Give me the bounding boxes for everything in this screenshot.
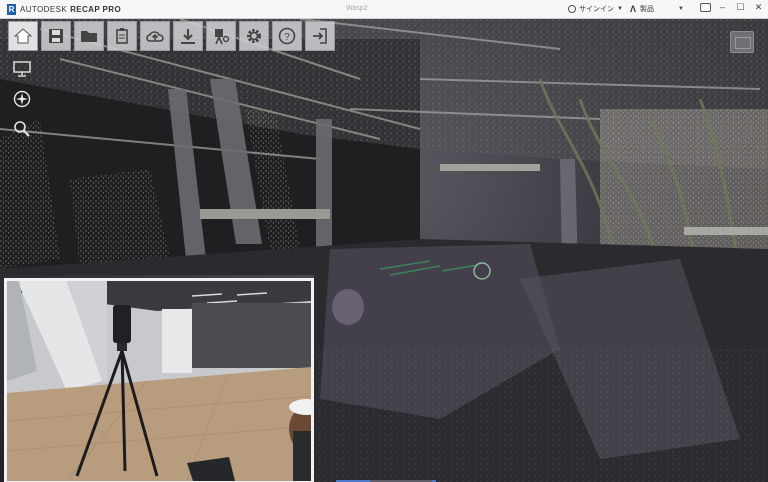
folder-icon (81, 31, 97, 42)
download-icon (181, 29, 195, 44)
signin-button[interactable]: サインイン ▼ (568, 4, 623, 14)
clipboard-icon (116, 28, 128, 44)
scanner-photo (7, 281, 311, 481)
help-button[interactable]: ? (272, 21, 302, 51)
autodesk-icon: Λ (630, 4, 637, 14)
help-icon: ? (278, 27, 296, 45)
brand-name: AUTODESK RECAP PRO (20, 4, 122, 14)
upload-button[interactable] (140, 21, 170, 51)
document-title: Wasp2 (346, 5, 368, 12)
product-menu[interactable]: Λ 製品 ▼ (630, 4, 684, 14)
window-controls: – ☐ ✕ (717, 2, 764, 13)
exit-icon (313, 28, 327, 44)
maximize-icon[interactable]: ☐ (735, 2, 746, 13)
logo-mark: R (7, 3, 16, 15)
main-toolbar: ? (8, 21, 335, 51)
measure-button[interactable] (206, 21, 236, 51)
export-button[interactable] (173, 21, 203, 51)
open-button[interactable] (74, 21, 104, 51)
svg-text:?: ? (284, 32, 290, 43)
display-settings-button[interactable] (12, 59, 32, 79)
exit-button[interactable] (305, 21, 335, 51)
cloud-upload-icon (146, 31, 164, 42)
user-icon (568, 5, 576, 13)
point-cloud-viewport[interactable]: ? (0, 19, 768, 482)
gear-icon (247, 29, 261, 43)
app-logo: R AUTODESK RECAP PRO (7, 3, 122, 15)
chevron-down-icon: ▼ (617, 6, 623, 12)
title-bar: R AUTODESK RECAP PRO Wasp2 サインイン ▼ Λ 製品 ▼… (0, 0, 768, 19)
orbit-button[interactable] (12, 89, 32, 109)
save-button[interactable] (41, 21, 71, 51)
minimize-icon[interactable]: – (717, 2, 728, 13)
scan-photo-overlay (4, 278, 314, 482)
save-icon (49, 29, 63, 43)
chevron-down-icon: ▼ (678, 6, 684, 12)
home-button[interactable] (8, 21, 38, 51)
home-icon (13, 28, 33, 44)
project-tools-button[interactable] (107, 21, 137, 51)
monitor-icon (13, 61, 31, 77)
product-label: 製品 (640, 6, 655, 13)
view-cube[interactable] (730, 31, 754, 53)
zoom-button[interactable] (12, 119, 32, 139)
chat-icon[interactable] (700, 3, 711, 12)
signin-label: サインイン (579, 6, 614, 13)
compass-icon (13, 90, 31, 108)
settings-button[interactable] (239, 21, 269, 51)
survey-icon (215, 29, 230, 45)
magnifier-icon (14, 121, 30, 137)
navigation-tools (12, 59, 32, 139)
close-icon[interactable]: ✕ (753, 2, 764, 13)
